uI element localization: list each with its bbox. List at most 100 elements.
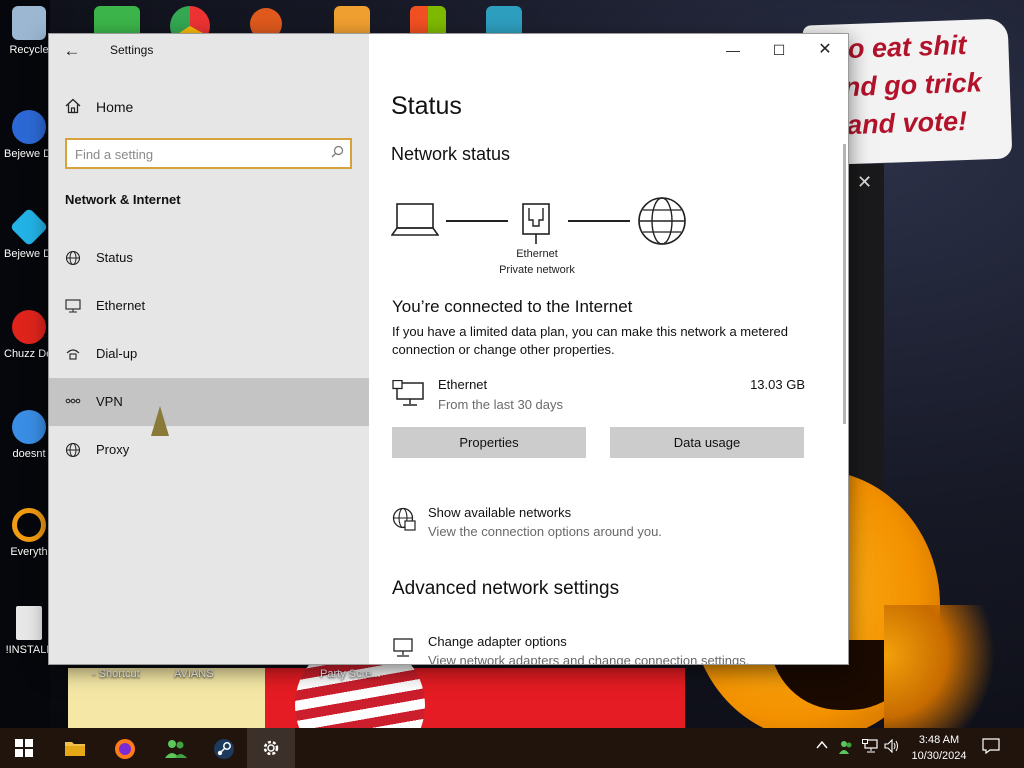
- text-file-icon: [16, 606, 42, 640]
- desktop-icon-label: !INSTALL: [5, 644, 53, 656]
- sign-line-2: nd go trick: [843, 67, 983, 103]
- desktop-icon-label: Everyth: [10, 546, 48, 558]
- diagram-adapter-name: Ethernet: [516, 248, 558, 260]
- mouse-cursor: [151, 406, 169, 436]
- network-tray-icon[interactable]: [862, 739, 878, 756]
- network-adapter-icon: [392, 636, 416, 664]
- search-box[interactable]: [65, 138, 352, 169]
- taskbar-clock[interactable]: 3:48 AM 10/30/2024: [905, 732, 973, 764]
- desktop-icon-install[interactable]: !INSTALL: [4, 606, 54, 657]
- desktop-icon-label: Bejewe Delux: [4, 148, 54, 160]
- chevron-up-icon[interactable]: [816, 739, 828, 754]
- dial-up-icon: [65, 346, 81, 362]
- properties-button[interactable]: Properties: [392, 427, 586, 458]
- diagram-network-type: Private network: [499, 264, 575, 276]
- volume-icon[interactable]: [884, 738, 900, 756]
- close-button[interactable]: ✕: [802, 34, 848, 66]
- available-networks-icon: [392, 507, 416, 536]
- section-title: Network & Internet: [65, 192, 181, 207]
- show-networks-title: Show available networks: [428, 505, 572, 520]
- bejeweled-icon: [12, 110, 46, 144]
- start-icon: [14, 738, 34, 758]
- proxy-globe-icon: [65, 442, 81, 458]
- desktop-label-shortcut[interactable]: - Shortcut: [92, 668, 140, 680]
- desktop-icon-chuzzle[interactable]: Chuzz Delux: [4, 310, 54, 361]
- scrollbar[interactable]: [843, 144, 846, 424]
- recycle-bin-icon: [12, 6, 46, 40]
- start-button[interactable]: [0, 728, 48, 768]
- settings-sidebar: ← Settings Home Network & Internet Statu…: [49, 34, 369, 664]
- data-usage-button[interactable]: Data usage: [610, 427, 804, 458]
- sidebar-item-status[interactable]: Status: [49, 234, 369, 282]
- sidebar-item-label: Proxy: [96, 442, 130, 457]
- ethernet-icon: [65, 298, 81, 314]
- taskbar-settings[interactable]: [247, 728, 295, 768]
- network-diagram: Ethernet Private network: [390, 194, 711, 284]
- diagram-link-2: [568, 220, 630, 222]
- background-window-close-icon[interactable]: ✕: [857, 172, 872, 193]
- people-icon: [164, 738, 187, 758]
- advanced-settings-heading: Advanced network settings: [392, 578, 620, 599]
- sidebar-item-label: Ethernet: [96, 298, 146, 313]
- people-tray-icon[interactable]: [838, 739, 854, 758]
- adapter-options-title: Change adapter options: [428, 634, 567, 649]
- page-title: Status: [391, 92, 462, 120]
- connection-name: Ethernet: [438, 377, 488, 392]
- home-nav-item[interactable]: Home: [49, 90, 369, 124]
- taskbar: 3:48 AM 10/30/2024: [0, 728, 1024, 768]
- bejeweled-2-icon: [9, 207, 49, 247]
- desktop-icon-doesnt[interactable]: doesnt: [4, 410, 54, 461]
- window-title: Settings: [110, 43, 154, 57]
- settings-content: — ☐ ✕ Status Network status Ethernet Pri…: [369, 34, 848, 664]
- desktop-label-party-screen[interactable]: Party Scre...: [320, 668, 381, 680]
- sidebar-item-ethernet[interactable]: Ethernet: [49, 282, 369, 330]
- desktop-label-avians[interactable]: AVIANS: [174, 668, 214, 680]
- chuzzle-icon: [12, 310, 46, 344]
- settings-gear-icon: [261, 738, 281, 758]
- sign-line-3: and vote!: [846, 105, 968, 141]
- desktop-icon-bejeweled[interactable]: Bejewe Delux: [4, 110, 54, 161]
- connection-data-usage: 13.03 GB: [750, 377, 805, 392]
- taskbar-file-explorer[interactable]: [50, 728, 98, 768]
- desktop-icon-recycle-bin[interactable]: Recycle: [4, 6, 54, 57]
- sign-line-1: o eat shit: [847, 29, 967, 65]
- diagram-link-1: [446, 220, 508, 222]
- everything-search-icon: [12, 508, 46, 542]
- file-explorer-icon: [64, 738, 85, 758]
- sidebar-item-vpn[interactable]: VPN: [49, 378, 369, 426]
- sidebar-item-label: Status: [96, 250, 133, 265]
- back-button[interactable]: ←: [61, 40, 83, 62]
- taskbar-people[interactable]: [150, 728, 198, 768]
- taskbar-steam[interactable]: [199, 728, 247, 768]
- connection-period: From the last 30 days: [438, 397, 563, 412]
- sidebar-item-label: Dial-up: [96, 346, 138, 361]
- sidebar-item-dial-up[interactable]: Dial-up: [49, 330, 369, 378]
- vpn-icon: [65, 394, 81, 410]
- internet-globe-icon: [637, 196, 687, 251]
- desktop-icon-bejeweled-2[interactable]: Bejewe Delux: [4, 207, 54, 261]
- sidebar-nav: Status Ethernet Dial-up VPN Proxy: [49, 234, 369, 474]
- home-icon: [65, 98, 81, 119]
- network-status-heading: Network status: [391, 144, 511, 164]
- ethernet-adapter-icon: [521, 202, 551, 251]
- desktop-icon-label: Bejewe Delux: [4, 248, 54, 260]
- notification-center-icon[interactable]: [982, 738, 1000, 758]
- clock-time: 3:48 AM: [918, 734, 960, 746]
- connected-heading: You’re connected to the Internet: [392, 297, 633, 316]
- desktop-icon-label: doesnt: [12, 448, 46, 460]
- pumpkin-glow: [884, 605, 1024, 728]
- clock-date: 10/30/2024: [911, 750, 967, 762]
- change-adapter-options-link[interactable]: Change adapter options View network adap…: [392, 634, 812, 665]
- laptop-icon: [390, 202, 440, 243]
- maximize-button[interactable]: ☐: [756, 34, 802, 66]
- show-available-networks-link[interactable]: Show available networks View the connect…: [392, 505, 812, 545]
- adapter-options-subtitle: View network adapters and change connect…: [428, 653, 750, 665]
- search-input[interactable]: [75, 145, 315, 163]
- taskbar-firefox[interactable]: [100, 728, 148, 768]
- steam-icon: [213, 738, 234, 759]
- search-icon[interactable]: [331, 145, 344, 161]
- desktop-icon-everything[interactable]: Everyth: [4, 508, 54, 559]
- desktop-icon-label: Recycle: [9, 44, 49, 56]
- minimize-button[interactable]: —: [710, 34, 756, 66]
- sidebar-item-proxy[interactable]: Proxy: [49, 426, 369, 474]
